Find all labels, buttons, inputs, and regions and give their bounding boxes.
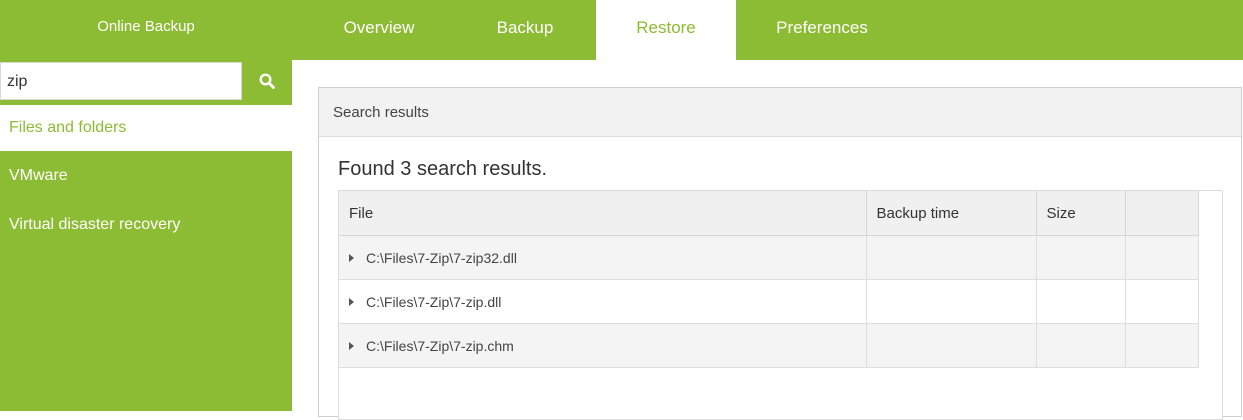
column-header-size[interactable]: Size [1036, 191, 1126, 236]
table-header-row: File Backup time Size [339, 191, 1199, 236]
file-cell: C:\Files\7-Zip\7-zip.dll [339, 279, 867, 324]
file-path: C:\Files\7-Zip\7-zip32.dll [366, 249, 517, 266]
tab-overview[interactable]: Overview [318, 0, 440, 60]
backup-time-cell [866, 323, 1037, 368]
sidebar: Files and folders VMware Virtual disaste… [0, 60, 292, 411]
expand-caret-icon[interactable] [349, 253, 354, 262]
backup-time-cell [866, 235, 1037, 280]
size-cell [1036, 235, 1126, 280]
results-table-container: File Backup time Size C:\Files\7-Zip\7-z… [338, 190, 1223, 420]
size-cell [1036, 323, 1126, 368]
table-row[interactable]: C:\Files\7-Zip\7-zip.dll [339, 279, 1199, 324]
file-path: C:\Files\7-Zip\7-zip.chm [366, 337, 514, 354]
tab-preferences[interactable]: Preferences [752, 0, 892, 60]
extra-cell [1125, 279, 1199, 324]
table-row[interactable]: C:\Files\7-Zip\7-zip.chm [339, 323, 1199, 368]
brand-title: Online Backup [97, 18, 195, 35]
search-input[interactable] [7, 69, 235, 95]
extra-cell [1125, 323, 1199, 368]
column-header-extra [1125, 191, 1199, 236]
search-box [0, 62, 242, 100]
expand-caret-icon[interactable] [349, 341, 354, 350]
column-header-backup-time[interactable]: Backup time [866, 191, 1037, 236]
top-nav-bar: Online Backup Overview Backup Restore Pr… [0, 0, 1243, 60]
table-row[interactable]: C:\Files\7-Zip\7-zip32.dll [339, 235, 1199, 280]
results-table: File Backup time Size C:\Files\7-Zip\7-z… [339, 191, 1199, 368]
sidebar-item-virtual-disaster-recovery[interactable]: Virtual disaster recovery [0, 203, 292, 247]
file-path: C:\Files\7-Zip\7-zip.dll [366, 293, 502, 310]
file-cell: C:\Files\7-Zip\7-zip32.dll [339, 235, 867, 280]
panel-title: Search results [319, 88, 1241, 137]
tab-backup[interactable]: Backup [465, 0, 585, 60]
search-results-panel: Search results Found 3 search results. F… [318, 87, 1242, 420]
sidebar-item-vmware[interactable]: VMware [0, 154, 292, 198]
search-button[interactable] [242, 62, 292, 100]
size-cell [1036, 279, 1126, 324]
expand-caret-icon[interactable] [349, 297, 354, 306]
search-icon [259, 73, 275, 89]
results-summary: Found 3 search results. [338, 158, 547, 180]
tab-restore[interactable]: Restore [596, 0, 736, 60]
backup-time-cell [866, 279, 1037, 324]
file-cell: C:\Files\7-Zip\7-zip.chm [339, 323, 867, 368]
column-header-file[interactable]: File [339, 191, 867, 236]
extra-cell [1125, 235, 1199, 280]
sidebar-item-files-and-folders[interactable]: Files and folders [0, 105, 292, 151]
